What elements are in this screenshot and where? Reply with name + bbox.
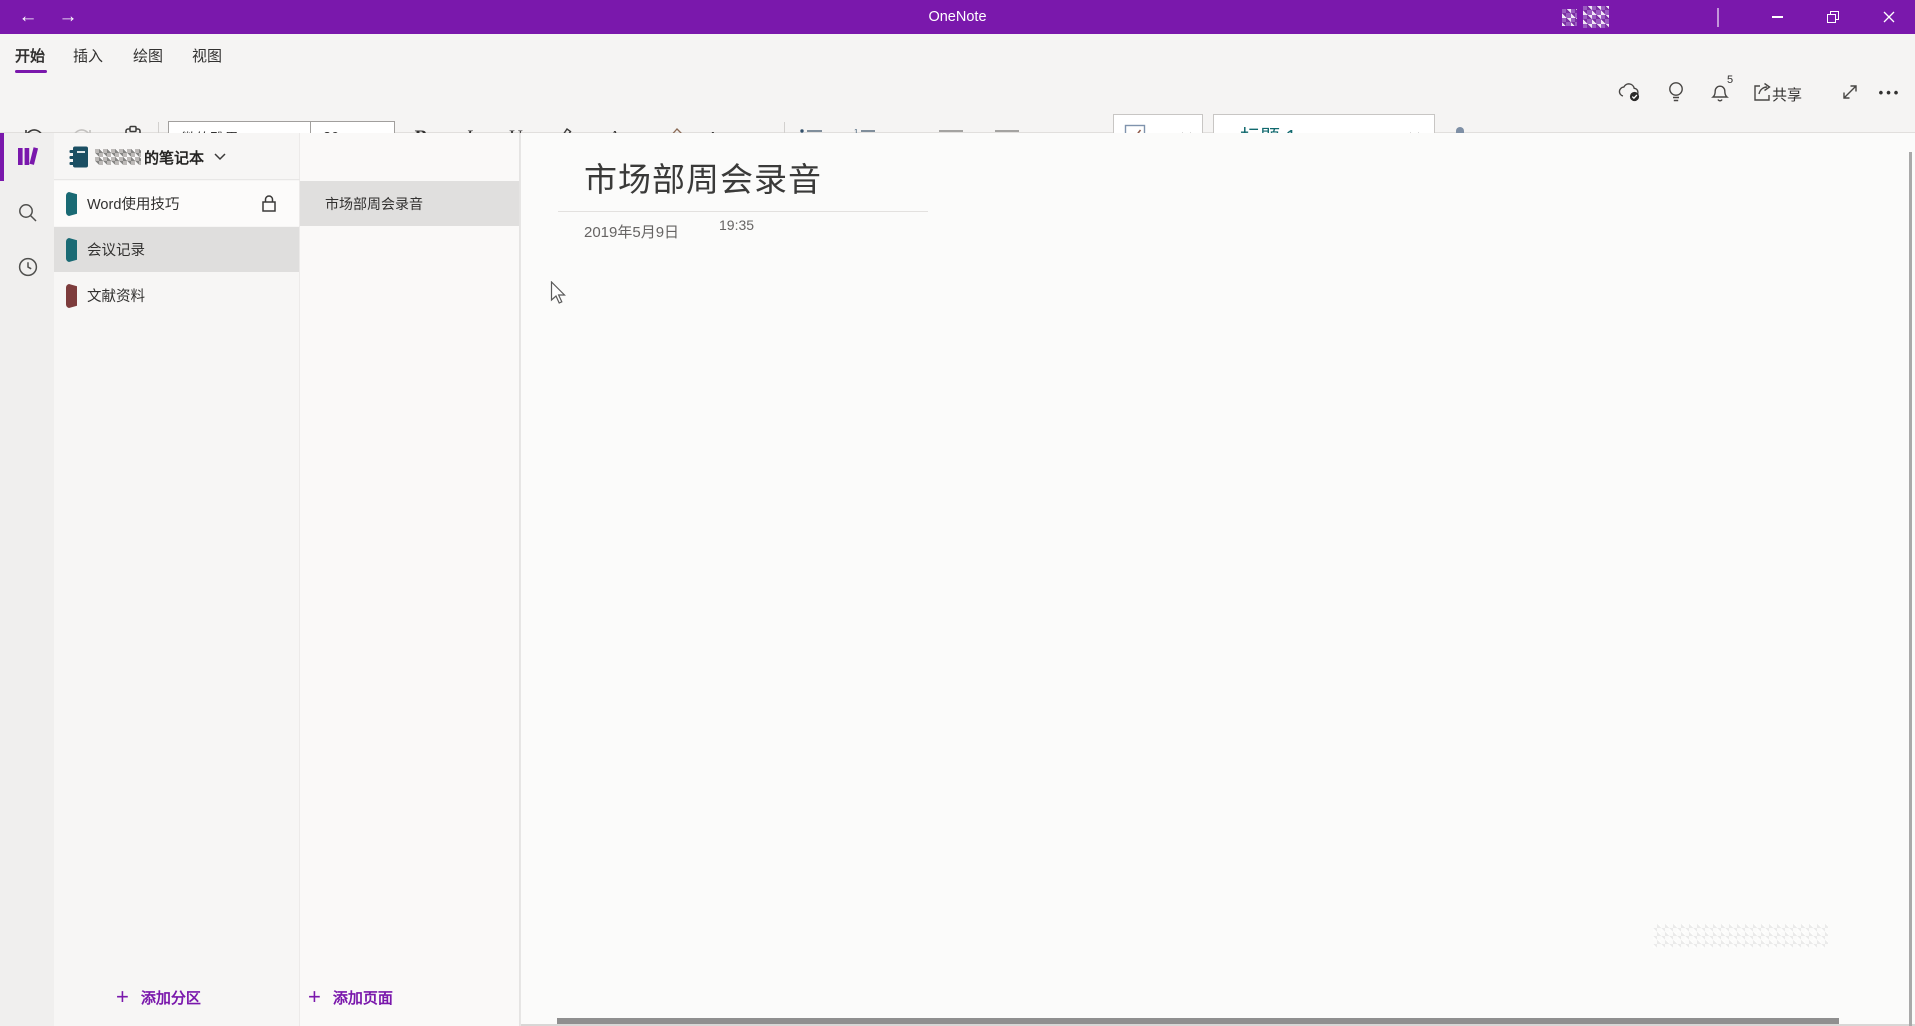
rail-selected-indicator	[0, 133, 4, 181]
notebooks-nav-button[interactable]	[15, 144, 41, 170]
notebook-title: 的笔记本	[144, 147, 204, 168]
page-title[interactable]: 市场部周会录音	[584, 153, 822, 201]
restore-button[interactable]	[1805, 0, 1861, 34]
page-item-meeting-recording[interactable]: 市场部周会录音	[300, 181, 519, 226]
lightbulb-icon	[1666, 80, 1686, 104]
plus-icon: +	[308, 986, 321, 1008]
tab-view[interactable]: 视图	[192, 45, 222, 75]
restore-icon	[1827, 11, 1839, 23]
page-canvas[interactable]: 市场部周会录音 2019年5月9日 19:35	[520, 133, 1915, 1026]
section-label: 文献资料	[87, 285, 145, 306]
section-tab-icon	[65, 283, 78, 309]
tab-insert[interactable]: 插入	[73, 45, 103, 75]
mouse-cursor	[550, 281, 567, 305]
notification-count-badge: 5	[1727, 74, 1733, 86]
vertical-scrollbar[interactable]	[1909, 152, 1912, 1026]
chevron-down-icon	[214, 153, 226, 161]
section-item-meeting-notes[interactable]: 会议记录	[54, 227, 299, 272]
tell-me-button[interactable]	[1658, 78, 1694, 106]
clock-icon	[17, 256, 39, 278]
search-icon	[17, 202, 39, 224]
section-item-references[interactable]: 文献资料	[54, 273, 299, 318]
notebooks-library-icon	[16, 145, 40, 169]
close-icon	[1883, 11, 1895, 23]
close-button[interactable]	[1861, 0, 1915, 34]
search-button[interactable]	[15, 200, 41, 226]
lock-icon	[260, 194, 278, 213]
ellipsis-icon: •••	[1879, 85, 1902, 100]
title-divider	[558, 211, 928, 212]
app-title: OneNote	[0, 0, 1915, 34]
notebook-owner-redacted	[95, 149, 141, 165]
add-page-label: 添加页面	[333, 987, 393, 1008]
notebook-icon	[68, 145, 90, 169]
tab-draw[interactable]: 绘图	[133, 45, 163, 75]
page-title-label: 市场部周会录音	[325, 194, 423, 214]
account-name-redacted	[1562, 9, 1577, 26]
recent-notes-button[interactable]	[15, 254, 41, 280]
section-label: Word使用技巧	[87, 193, 179, 214]
section-tab-icon	[65, 191, 78, 217]
page-date[interactable]: 2019年5月9日	[584, 221, 679, 242]
titlebar: ← → OneNote	[0, 0, 1915, 34]
page-time[interactable]: 19:35	[719, 217, 754, 233]
cloud-synced-icon	[1617, 81, 1643, 103]
active-tab-indicator	[15, 70, 47, 73]
notebook-switcher[interactable]: 的笔记本	[54, 133, 300, 180]
share-label[interactable]: 共享	[1772, 84, 1802, 105]
ribbon: 开始 插入 绘图 视图 5	[0, 34, 1915, 133]
sync-status-button[interactable]	[1612, 78, 1648, 106]
plus-icon: +	[116, 986, 129, 1008]
add-section-label: 添加分区	[141, 987, 201, 1008]
section-label: 会议记录	[87, 239, 145, 260]
expand-diagonal-icon	[1840, 82, 1860, 102]
add-page-button[interactable]: + 添加页面	[308, 983, 393, 1011]
section-tab-icon	[65, 237, 78, 263]
notebook-pane: 的笔记本 Word使用技巧 会议记录 文献资料	[54, 133, 300, 1026]
onenote-window: ← → OneNote 开始 插入 绘图 视图	[0, 0, 1915, 1026]
more-options-button[interactable]: •••	[1872, 78, 1908, 106]
titlebar-separator	[1717, 8, 1719, 27]
fullscreen-button[interactable]	[1832, 78, 1868, 106]
page-list-pane: 市场部周会录音 + 添加页面	[300, 133, 520, 1026]
section-item-word-tips[interactable]: Word使用技巧	[54, 181, 299, 226]
add-section-button[interactable]: + 添加分区	[116, 983, 201, 1011]
account-avatar-redacted[interactable]	[1583, 6, 1609, 28]
minimize-icon	[1772, 16, 1783, 18]
watermark-redacted	[1653, 924, 1828, 948]
minimize-button[interactable]	[1749, 0, 1805, 34]
